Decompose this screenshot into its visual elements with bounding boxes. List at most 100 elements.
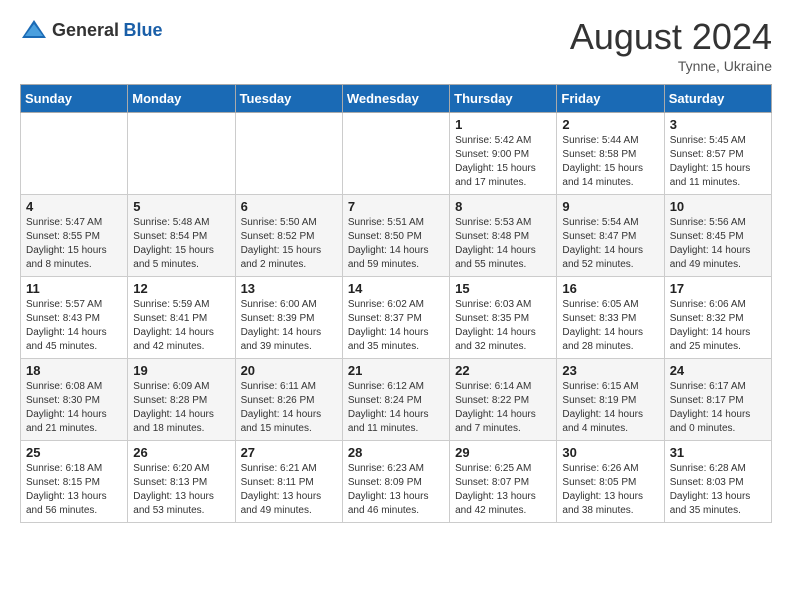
day-number: 21 — [348, 363, 444, 378]
day-number: 31 — [670, 445, 766, 460]
day-cell: 30Sunrise: 6:26 AM Sunset: 8:05 PM Dayli… — [557, 441, 664, 523]
day-number: 7 — [348, 199, 444, 214]
day-detail: Sunrise: 5:47 AM Sunset: 8:55 PM Dayligh… — [26, 216, 122, 272]
day-cell — [21, 113, 128, 195]
day-cell — [128, 113, 235, 195]
day-detail: Sunrise: 6:02 AM Sunset: 8:37 PM Dayligh… — [348, 298, 444, 354]
day-cell: 2Sunrise: 5:44 AM Sunset: 8:58 PM Daylig… — [557, 113, 664, 195]
week-row-3: 11 Sunrise: 5:57 AM Sunset: 8:43 PM Dayli… — [21, 277, 772, 359]
day-detail: Sunrise: 5:48 AM Sunset: 8:54 PM Dayligh… — [133, 216, 229, 272]
day-cell: 9Sunrise: 5:54 AM Sunset: 8:47 PM Daylig… — [557, 195, 664, 277]
day-detail: Sunrise: 6:08 AM Sunset: 8:30 PM Dayligh… — [26, 380, 122, 436]
day-number: 16 — [562, 281, 658, 296]
day-detail: Sunrise: 6:06 AM Sunset: 8:32 PM Dayligh… — [670, 298, 766, 354]
logo-general: General — [52, 20, 119, 40]
header-thursday: Thursday — [450, 85, 557, 113]
day-cell: 4Sunrise: 5:47 AM Sunset: 8:55 PM Daylig… — [21, 195, 128, 277]
header-monday: Monday — [128, 85, 235, 113]
day-number: 8 — [455, 199, 551, 214]
calendar-table: SundayMondayTuesdayWednesdayThursdayFrid… — [20, 84, 772, 523]
logo: General Blue — [20, 16, 163, 44]
day-detail: Sunrise: 5:53 AM Sunset: 8:48 PM Dayligh… — [455, 216, 551, 272]
day-detail: Sunrise: 6:15 AM Sunset: 8:19 PM Dayligh… — [562, 380, 658, 436]
day-cell: 7Sunrise: 5:51 AM Sunset: 8:50 PM Daylig… — [342, 195, 449, 277]
day-cell: 5Sunrise: 5:48 AM Sunset: 8:54 PM Daylig… — [128, 195, 235, 277]
day-detail: Sunrise: 6:11 AM Sunset: 8:26 PM Dayligh… — [241, 380, 337, 436]
week-row-1: 1 Sunrise: 5:42 AM Sunset: 9:00 PM Daylig… — [21, 113, 772, 195]
day-cell: 25 Sunrise: 6:18 AM Sunset: 8:15 PM Dayli… — [21, 441, 128, 523]
day-detail: Sunrise: 5:45 AM Sunset: 8:57 PM Dayligh… — [670, 134, 766, 190]
day-cell: 20 Sunrise: 6:11 AM Sunset: 8:26 PM Dayli… — [235, 359, 342, 441]
logo-blue: Blue — [124, 20, 163, 40]
day-detail: Sunrise: 5:54 AM Sunset: 8:47 PM Dayligh… — [562, 216, 658, 272]
day-number: 10 — [670, 199, 766, 214]
day-detail: Sunrise: 6:05 AM Sunset: 8:33 PM Dayligh… — [562, 298, 658, 354]
day-cell: 11 Sunrise: 5:57 AM Sunset: 8:43 PM Dayli… — [21, 277, 128, 359]
day-cell: 17 Sunrise: 6:06 AM Sunset: 8:32 PM Dayli… — [664, 277, 771, 359]
week-row-2: 4Sunrise: 5:47 AM Sunset: 8:55 PM Daylig… — [21, 195, 772, 277]
day-detail: Sunrise: 6:20 AM Sunset: 8:13 PM Dayligh… — [133, 462, 229, 518]
day-number: 17 — [670, 281, 766, 296]
day-cell: 28 Sunrise: 6:23 AM Sunset: 8:09 PM Dayli… — [342, 441, 449, 523]
day-number: 22 — [455, 363, 551, 378]
header-friday: Friday — [557, 85, 664, 113]
day-cell: 19 Sunrise: 6:09 AM Sunset: 8:28 PM Dayli… — [128, 359, 235, 441]
day-number: 25 — [26, 445, 122, 460]
day-number: 15 — [455, 281, 551, 296]
day-number: 12 — [133, 281, 229, 296]
day-number: 3 — [670, 117, 766, 132]
day-number: 14 — [348, 281, 444, 296]
day-detail: Sunrise: 6:25 AM Sunset: 8:07 PM Dayligh… — [455, 462, 551, 518]
day-number: 27 — [241, 445, 337, 460]
day-number: 6 — [241, 199, 337, 214]
header-sunday: Sunday — [21, 85, 128, 113]
day-detail: Sunrise: 6:23 AM Sunset: 8:09 PM Dayligh… — [348, 462, 444, 518]
location: Tynne, Ukraine — [570, 58, 772, 74]
calendar-header-row: SundayMondayTuesdayWednesdayThursdayFrid… — [21, 85, 772, 113]
day-cell: 3 Sunrise: 5:45 AM Sunset: 8:57 PM Daylig… — [664, 113, 771, 195]
logo-icon — [20, 16, 48, 44]
day-detail: Sunrise: 6:09 AM Sunset: 8:28 PM Dayligh… — [133, 380, 229, 436]
day-detail: Sunrise: 6:18 AM Sunset: 8:15 PM Dayligh… — [26, 462, 122, 518]
day-number: 24 — [670, 363, 766, 378]
day-cell: 14 Sunrise: 6:02 AM Sunset: 8:37 PM Dayli… — [342, 277, 449, 359]
month-year: August 2024 — [570, 16, 772, 58]
day-number: 13 — [241, 281, 337, 296]
day-cell: 12 Sunrise: 5:59 AM Sunset: 8:41 PM Dayli… — [128, 277, 235, 359]
day-cell: 23 Sunrise: 6:15 AM Sunset: 8:19 PM Dayli… — [557, 359, 664, 441]
day-number: 20 — [241, 363, 337, 378]
header-saturday: Saturday — [664, 85, 771, 113]
day-detail: Sunrise: 5:59 AM Sunset: 8:41 PM Dayligh… — [133, 298, 229, 354]
page-header: General Blue August 2024 Tynne, Ukraine — [20, 16, 772, 74]
day-number: 2 — [562, 117, 658, 132]
day-number: 19 — [133, 363, 229, 378]
day-detail: Sunrise: 6:17 AM Sunset: 8:17 PM Dayligh… — [670, 380, 766, 436]
day-number: 11 — [26, 281, 122, 296]
day-cell: 24 Sunrise: 6:17 AM Sunset: 8:17 PM Dayli… — [664, 359, 771, 441]
day-cell: 26 Sunrise: 6:20 AM Sunset: 8:13 PM Dayli… — [128, 441, 235, 523]
day-number: 18 — [26, 363, 122, 378]
day-detail: Sunrise: 5:57 AM Sunset: 8:43 PM Dayligh… — [26, 298, 122, 354]
day-detail: Sunrise: 6:03 AM Sunset: 8:35 PM Dayligh… — [455, 298, 551, 354]
day-cell: 31 Sunrise: 6:28 AM Sunset: 8:03 PM Dayli… — [664, 441, 771, 523]
day-number: 28 — [348, 445, 444, 460]
header-wednesday: Wednesday — [342, 85, 449, 113]
title-block: August 2024 Tynne, Ukraine — [570, 16, 772, 74]
day-detail: Sunrise: 5:50 AM Sunset: 8:52 PM Dayligh… — [241, 216, 337, 272]
day-cell: 21 Sunrise: 6:12 AM Sunset: 8:24 PM Dayli… — [342, 359, 449, 441]
day-number: 26 — [133, 445, 229, 460]
day-detail: Sunrise: 5:42 AM Sunset: 9:00 PM Dayligh… — [455, 134, 551, 190]
day-detail: Sunrise: 6:12 AM Sunset: 8:24 PM Dayligh… — [348, 380, 444, 436]
day-detail: Sunrise: 6:14 AM Sunset: 8:22 PM Dayligh… — [455, 380, 551, 436]
day-cell: 18 Sunrise: 6:08 AM Sunset: 8:30 PM Dayli… — [21, 359, 128, 441]
day-cell — [235, 113, 342, 195]
day-detail: Sunrise: 5:56 AM Sunset: 8:45 PM Dayligh… — [670, 216, 766, 272]
day-detail: Sunrise: 6:28 AM Sunset: 8:03 PM Dayligh… — [670, 462, 766, 518]
day-cell: 15 Sunrise: 6:03 AM Sunset: 8:35 PM Dayli… — [450, 277, 557, 359]
day-cell: 22 Sunrise: 6:14 AM Sunset: 8:22 PM Dayli… — [450, 359, 557, 441]
day-cell: 29Sunrise: 6:25 AM Sunset: 8:07 PM Dayli… — [450, 441, 557, 523]
day-detail: Sunrise: 6:21 AM Sunset: 8:11 PM Dayligh… — [241, 462, 337, 518]
week-row-4: 18 Sunrise: 6:08 AM Sunset: 8:30 PM Dayli… — [21, 359, 772, 441]
day-number: 1 — [455, 117, 551, 132]
day-number: 23 — [562, 363, 658, 378]
